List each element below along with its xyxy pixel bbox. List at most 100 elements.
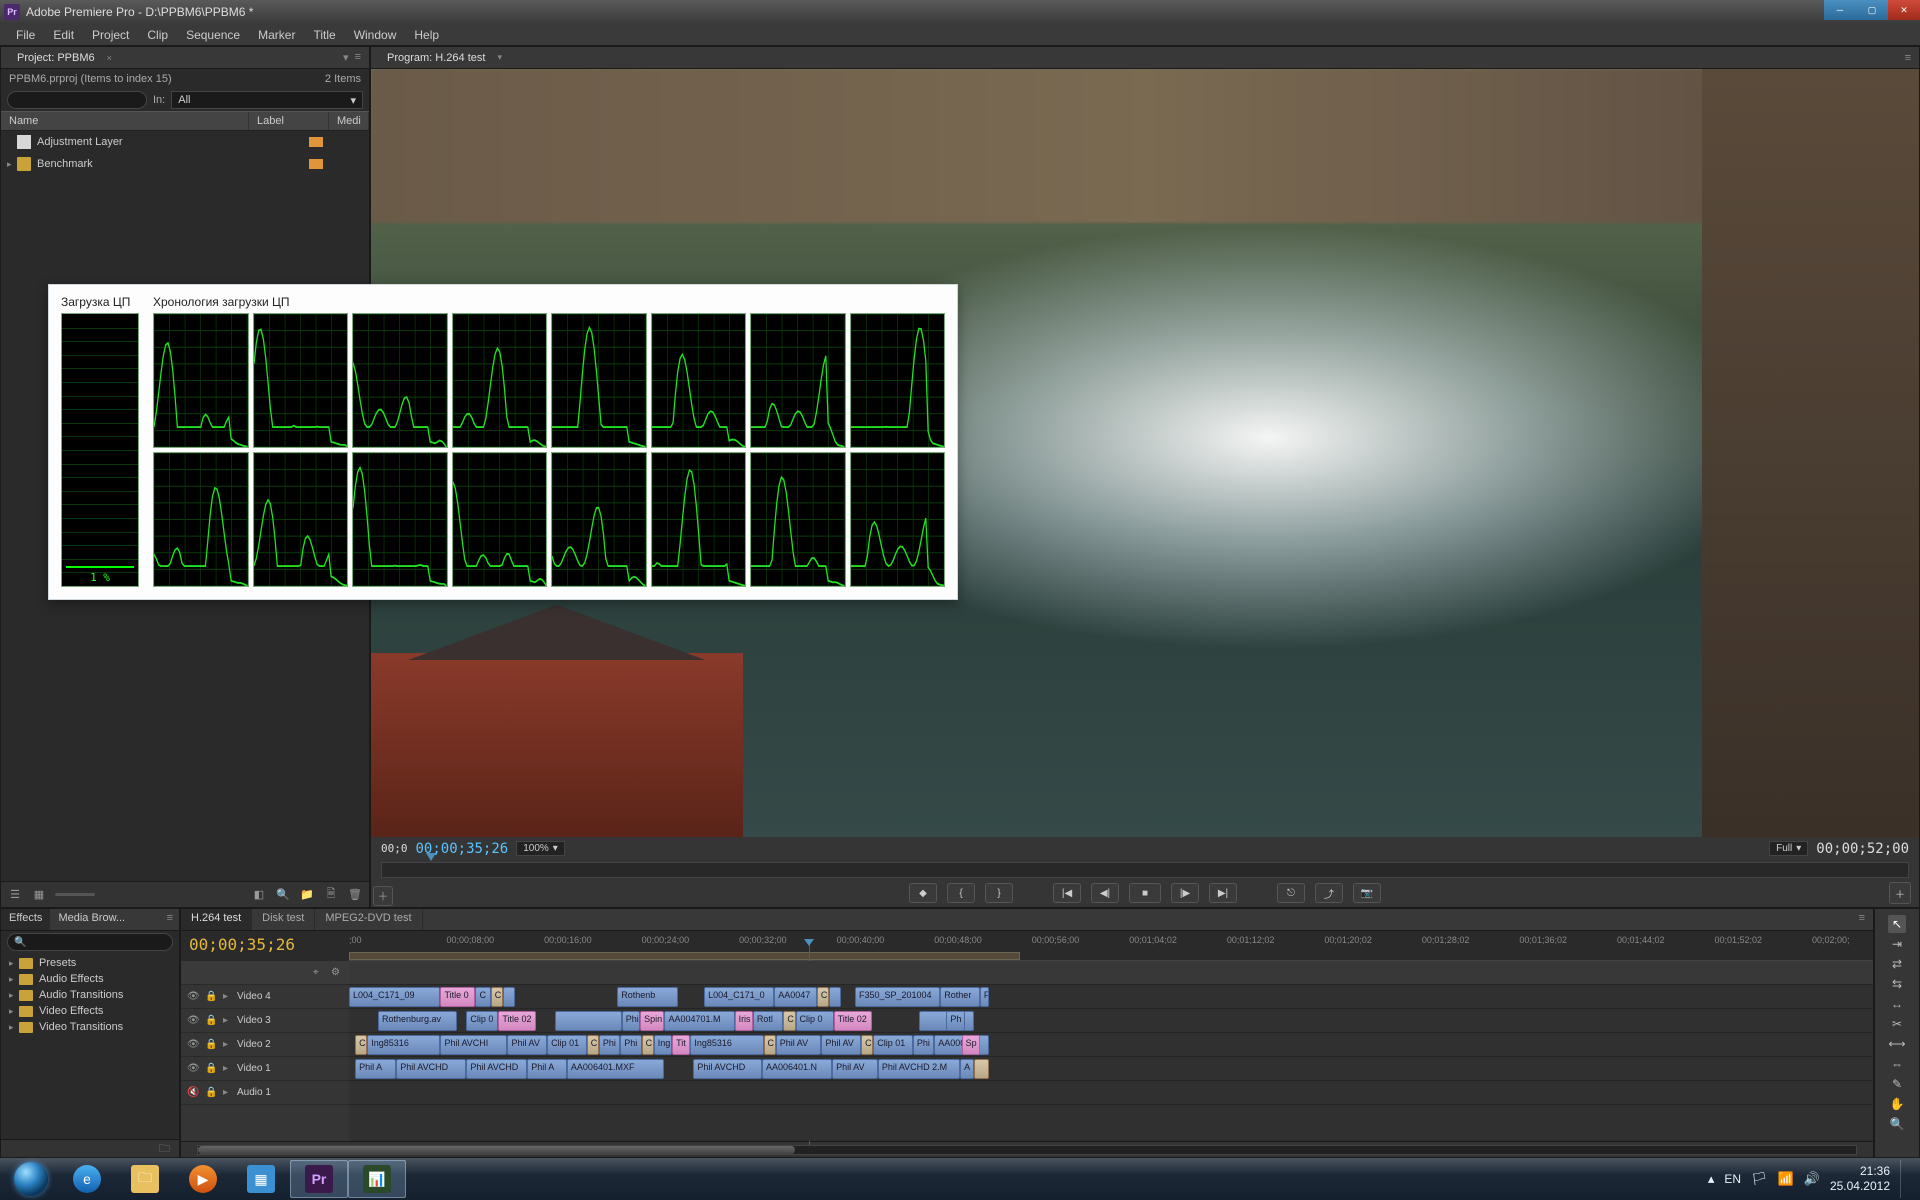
timeline-clip[interactable]: Clip 01 bbox=[547, 1035, 587, 1055]
cpu-monitor-overlay[interactable]: Загрузка ЦП 1 % Хронология загрузки ЦП bbox=[48, 284, 958, 600]
timeline-clip[interactable]: Ing85316 bbox=[367, 1035, 440, 1055]
slide-tool[interactable]: ⇔ bbox=[1888, 1055, 1906, 1073]
window-maximize-button[interactable]: ▢ bbox=[1856, 0, 1888, 20]
track-lane[interactable] bbox=[349, 1081, 1873, 1105]
snap-icon[interactable]: ⌖ bbox=[313, 967, 325, 978]
timeline-clip[interactable]: C bbox=[587, 1035, 599, 1055]
tray-volume-icon[interactable]: 🔊 bbox=[1804, 1171, 1820, 1187]
timeline-clip[interactable]: Phil AVCHD bbox=[396, 1059, 466, 1079]
timeline-clip[interactable]: Rother bbox=[940, 987, 980, 1007]
track-twirl-icon[interactable]: ▸ bbox=[223, 1087, 231, 1098]
effects-video-transitions-folder[interactable]: ▸Video Transitions bbox=[5, 1019, 175, 1035]
track-lane[interactable]: L004_C171_09Title 0CCRothenbL004_C171_0A… bbox=[349, 985, 1873, 1009]
project-search-input[interactable] bbox=[7, 91, 147, 109]
program-panel-tab[interactable]: Program: H.264 test bbox=[379, 50, 493, 66]
step-forward-button[interactable]: |▶ bbox=[1171, 883, 1199, 903]
project-panel-tab[interactable]: Project: PPBM6 bbox=[9, 50, 103, 66]
timeline-clip[interactable]: Ing85316 bbox=[690, 1035, 763, 1055]
program-fit-dropdown[interactable]: Full▾ bbox=[1769, 841, 1808, 856]
panel-options-icon[interactable]: ≡ bbox=[1851, 909, 1873, 930]
timeline-clip[interactable]: Clip 0 bbox=[466, 1011, 498, 1031]
timeline-clip[interactable]: Title 02 bbox=[498, 1011, 536, 1031]
program-scrub-bar[interactable] bbox=[381, 862, 1909, 878]
timeline-clip[interactable]: Ing bbox=[654, 1035, 672, 1055]
project-column-name[interactable]: Name bbox=[1, 112, 249, 130]
timeline-clip[interactable]: Phil A bbox=[527, 1059, 567, 1079]
panel-options-icon[interactable]: ≡ bbox=[161, 909, 179, 930]
timeline-clip[interactable]: Spin bbox=[640, 1011, 664, 1031]
timeline-clip[interactable] bbox=[829, 987, 841, 1007]
go-to-out-button[interactable]: ▶| bbox=[1209, 883, 1237, 903]
selection-tool[interactable]: ↖ bbox=[1888, 915, 1906, 933]
playhead-marker-icon[interactable] bbox=[426, 853, 436, 861]
tray-language-indicator[interactable]: EN bbox=[1724, 1172, 1741, 1186]
timeline-clip[interactable]: AA006401.N bbox=[762, 1059, 832, 1079]
program-zoom-dropdown[interactable]: 100%▾ bbox=[516, 841, 565, 856]
add-marker-button[interactable]: ◆ bbox=[909, 883, 937, 903]
project-column-media[interactable]: Medi bbox=[329, 112, 369, 130]
window-close-button[interactable]: ✕ bbox=[1888, 0, 1920, 20]
project-item-benchmark[interactable]: ▸ Benchmark bbox=[1, 153, 369, 175]
zoom-tool[interactable]: 🔍 bbox=[1888, 1115, 1906, 1133]
taskbar-ie[interactable]: e bbox=[58, 1160, 116, 1198]
timeline-clip[interactable]: Phil AV bbox=[832, 1059, 878, 1079]
find-icon[interactable]: 🔍 bbox=[275, 887, 291, 903]
track-lane[interactable]: Phil APhil AVCHDPhil AVCHDPhil AAA006401… bbox=[349, 1057, 1873, 1081]
timeline-clip[interactable] bbox=[974, 1059, 989, 1079]
timeline-clip[interactable]: F350_SP_201004 bbox=[855, 987, 940, 1007]
taskbar-media-player[interactable]: ▶ bbox=[174, 1160, 232, 1198]
start-button[interactable] bbox=[4, 1160, 58, 1198]
timeline-clip[interactable]: C bbox=[355, 1035, 367, 1055]
rate-stretch-tool[interactable]: ↔ bbox=[1888, 995, 1906, 1013]
eye-icon[interactable]: 👁 bbox=[187, 1039, 199, 1050]
panel-options-icon[interactable]: ≡ bbox=[355, 51, 361, 64]
panel-menu-icon[interactable]: ▾ bbox=[343, 51, 349, 64]
tray-flag-icon[interactable]: 🏳 bbox=[1751, 1171, 1768, 1187]
taskbar-app-1[interactable]: ▦ bbox=[232, 1160, 290, 1198]
taskbar-premiere[interactable]: Pr bbox=[290, 1160, 348, 1198]
timeline-clip[interactable]: Clip 01 bbox=[873, 1035, 913, 1055]
eye-icon[interactable]: 👁 bbox=[187, 1063, 199, 1074]
timeline-clip[interactable]: Phil bbox=[622, 1011, 640, 1031]
timeline-clip[interactable]: AA006401.MXF bbox=[567, 1059, 665, 1079]
taskbar-app-2[interactable]: 📊 bbox=[348, 1160, 406, 1198]
icon-view-icon[interactable]: ▦ bbox=[31, 887, 47, 903]
timeline-tab-disk[interactable]: Disk test bbox=[252, 909, 315, 930]
new-bin-icon[interactable]: 📁 bbox=[299, 887, 315, 903]
timeline-clip[interactable]: Phil AVCHI bbox=[440, 1035, 507, 1055]
auto-match-icon[interactable]: ◧ bbox=[251, 887, 267, 903]
new-item-icon[interactable]: 🗎 bbox=[323, 887, 339, 903]
timeline-clip[interactable]: Rothenb bbox=[617, 987, 678, 1007]
track-header[interactable]: 👁🔒▸Video 3 bbox=[181, 1009, 349, 1033]
menu-marker[interactable]: Marker bbox=[250, 26, 303, 44]
panel-options-icon[interactable]: ≡ bbox=[1905, 52, 1911, 64]
timeline-clip[interactable]: Iris bbox=[735, 1011, 753, 1031]
timeline-clip[interactable]: C bbox=[475, 987, 490, 1007]
track-lane[interactable]: Rothenburg.avClip 0Title 02PhilSpinAA004… bbox=[349, 1009, 1873, 1033]
timeline-clip[interactable]: Title 02 bbox=[834, 1011, 872, 1031]
lock-icon[interactable]: 🔒 bbox=[205, 1039, 217, 1050]
timeline-clip[interactable]: C bbox=[783, 1011, 795, 1031]
mark-out-button[interactable]: } bbox=[985, 883, 1013, 903]
button-editor-add[interactable]: ＋ bbox=[1889, 882, 1911, 904]
track-twirl-icon[interactable]: ▸ bbox=[223, 1039, 231, 1050]
taskbar-explorer[interactable]: 🗀 bbox=[116, 1160, 174, 1198]
project-item-adjustment-layer[interactable]: Adjustment Layer bbox=[1, 131, 369, 153]
work-area-bar[interactable] bbox=[349, 952, 1020, 960]
timeline-clip[interactable]: C bbox=[861, 1035, 873, 1055]
lift-button[interactable]: ⎋ bbox=[1277, 883, 1305, 903]
project-column-label[interactable]: Label bbox=[249, 112, 329, 130]
timeline-clip[interactable]: Ph bbox=[946, 1011, 964, 1031]
track-header[interactable]: 👁🔒▸Video 2 bbox=[181, 1033, 349, 1057]
eye-icon[interactable]: 👁 bbox=[187, 1015, 199, 1026]
lock-icon[interactable]: 🔒 bbox=[205, 991, 217, 1002]
track-header[interactable]: 🔇🔒▸Audio 1 bbox=[181, 1081, 349, 1105]
effects-search-input[interactable]: 🔍 bbox=[7, 933, 173, 951]
show-desktop-button[interactable] bbox=[1900, 1160, 1908, 1198]
track-twirl-icon[interactable]: ▸ bbox=[223, 991, 231, 1002]
timeline-clip[interactable]: Phil AVCHD bbox=[693, 1059, 762, 1079]
timeline-clip[interactable]: Phil AV bbox=[776, 1035, 822, 1055]
timeline-tab-h264[interactable]: H.264 test bbox=[181, 909, 252, 930]
pen-tool[interactable]: ✎ bbox=[1888, 1075, 1906, 1093]
effects-audio-effects-folder[interactable]: ▸Audio Effects bbox=[5, 971, 175, 987]
